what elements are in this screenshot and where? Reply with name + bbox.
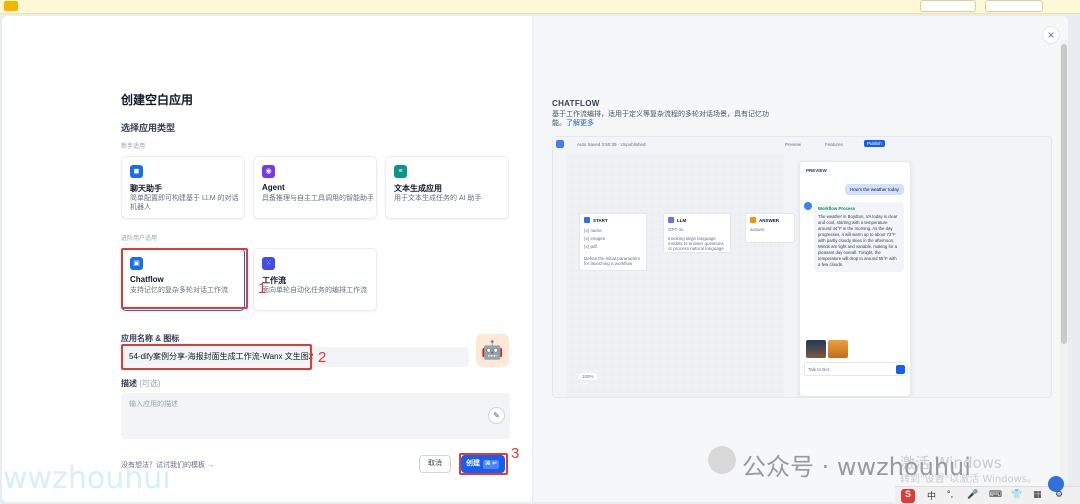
mic-icon[interactable]: 🎤 — [967, 489, 978, 500]
card-desc: 简单配置即可构建基于 LLM 的对话机器人 — [130, 195, 239, 211]
type-preview-panel: × CHATFLOW 基于工作流编排，适用于定义等复杂流程的多轮对话场景，具有记… — [532, 16, 1068, 502]
desc-label-text: 描述 — [121, 379, 137, 388]
bottom-watermark: wwzhouhui — [3, 461, 171, 496]
node-llm-title: LLM — [677, 218, 687, 223]
create-app-dialog: 创建空白应用 选择应用类型 新手适用 ◼ 聊天助手 简单配置即可构建基于 LLM… — [2, 16, 1068, 502]
skin-icon[interactable]: 👕 — [1011, 489, 1022, 500]
preview-btn-features: Features — [825, 142, 843, 147]
llm-node-icon — [668, 217, 674, 223]
annotation-1: 1 — [258, 280, 267, 297]
chatbot-icon: ◼ — [130, 165, 143, 178]
preview-type-desc: 基于工作流编排，适用于定义等复杂流程的多轮对话场景，具有记忆功能。了解更多 — [552, 110, 772, 128]
robot-icon: 🤖 — [481, 340, 504, 360]
page-scrollbar[interactable] — [1060, 40, 1068, 486]
annotation-3: 3 — [511, 445, 520, 462]
agent-icon: ◉ — [262, 165, 275, 178]
start-note: Define the initial parameters for launch… — [584, 256, 641, 266]
highlight-box-1 — [121, 248, 248, 309]
desc-field-label: 描述 (可选) — [121, 378, 161, 389]
node-llm: LLM GPT-4o Invoking large language model… — [663, 213, 731, 253]
description-textarea[interactable]: 输入应用的描述 — [121, 393, 510, 439]
dify-logo-icon — [556, 140, 564, 148]
dialog-title: 创建空白应用 — [121, 93, 194, 107]
close-icon[interactable]: × — [1042, 26, 1060, 44]
dialog-form-panel: 创建空白应用 选择应用类型 新手适用 ◼ 聊天助手 简单配置即可构建基于 LLM… — [2, 16, 532, 502]
user-message: How's the weather today — [844, 184, 904, 195]
help-float-icon[interactable] — [1048, 476, 1064, 492]
preview-btn-publish: Publish — [864, 140, 885, 147]
card-desc: 面向单轮自动化任务的编排工作流 — [262, 287, 367, 294]
node-start: START {x} name {x} images {x} pdf Define… — [579, 213, 647, 271]
bot-message-text: The weather in Boydton, VA today is clea… — [818, 214, 898, 267]
ime-mode[interactable]: 中 — [927, 489, 936, 502]
card-title: Agent — [262, 183, 285, 192]
sogou-icon[interactable]: S — [901, 489, 915, 503]
keyboard-icon[interactable]: ⌨ — [989, 489, 1002, 500]
windows-activate-sub: 转到"设置"以激活 Windows。 — [900, 474, 1038, 485]
highlight-box-2 — [121, 344, 312, 370]
desc-optional: (可选) — [139, 379, 161, 388]
browser-notice-bar — [0, 0, 1080, 14]
preview-btn-preview: Preview — [785, 142, 802, 147]
workflow-canvas: START {x} name {x} images {x} pdf Define… — [567, 153, 795, 397]
highlight-box-3 — [459, 453, 508, 475]
grid-icon[interactable]: ▦ — [1033, 489, 1042, 500]
start-var: {x} pdf — [584, 244, 597, 249]
llm-note: Invoking large language models to answer… — [668, 236, 724, 251]
chat-image-2 — [828, 340, 848, 358]
start-var: {x} images — [584, 236, 606, 241]
chat-header: PREVIEW — [806, 168, 827, 173]
name-field-label: 应用名称 & 图标 — [121, 334, 180, 343]
answer-text: answer — [750, 227, 765, 232]
send-icon — [896, 365, 905, 374]
card-title: 聊天助手 — [130, 184, 162, 193]
scrollbar-thumb[interactable] — [1061, 44, 1067, 344]
chatflow-preview-image: Auto Saved 3:50:39 · Unpublished Preview… — [552, 136, 1052, 398]
notice-button-1[interactable] — [920, 0, 976, 12]
app-icon-picker[interactable]: 🤖 — [476, 334, 509, 367]
wechat-logo-icon — [708, 446, 736, 474]
app-type-label: 选择应用类型 — [121, 123, 176, 133]
annotation-2: 2 — [318, 349, 327, 366]
bot-avatar-icon — [804, 202, 812, 210]
answer-node-icon — [750, 217, 756, 223]
app-type-card-chatbot[interactable]: ◼ 聊天助手 简单配置即可构建基于 LLM 的对话机器人 — [121, 156, 245, 219]
start-node-icon — [584, 217, 590, 223]
app-type-card-text-generation[interactable]: ≡ 文本生成应用 用于文本生成任务的 AI 助手 — [385, 156, 509, 219]
description-placeholder: 输入应用的描述 — [129, 401, 178, 408]
notice-logo-icon — [4, 1, 18, 11]
zoom-level: 100% — [579, 373, 597, 380]
beginner-label: 新手适用 — [121, 144, 146, 150]
card-desc: 用于文本生成任务的 AI 助手 — [394, 195, 482, 202]
preview-app-name: Auto Saved 3:50:39 · Unpublished — [577, 142, 646, 147]
node-start-title: START — [593, 218, 608, 223]
app-type-card-workflow[interactable]: ⁙ 工作流 面向单轮自动化任务的编排工作流 — [253, 248, 377, 311]
start-var: {x} name — [584, 228, 602, 233]
chat-input-placeholder: Talk to Bot — [808, 367, 830, 372]
learn-more-link[interactable]: 了解更多 — [566, 120, 594, 127]
cancel-button[interactable]: 取消 — [419, 455, 451, 473]
llm-model: GPT-4o — [668, 227, 684, 232]
app-type-card-agent[interactable]: ◉ Agent 具备推理与自主工具调用的智能助手 — [253, 156, 377, 219]
chat-input: Talk to Bot — [804, 362, 908, 376]
magic-generate-icon[interactable]: ✎ — [488, 407, 505, 424]
advanced-label: 进阶用户适用 — [121, 236, 158, 242]
node-answer: ANSWER answer — [745, 213, 795, 243]
card-desc: 具备推理与自主工具调用的智能助手 — [262, 195, 374, 202]
bot-message: Workflow Process The weather in Boydton,… — [814, 202, 904, 272]
bot-process-label: Workflow Process — [818, 206, 856, 211]
card-title: 文本生成应用 — [394, 184, 442, 193]
text-generation-icon: ≡ — [394, 165, 407, 178]
punctuation-mode[interactable]: °, — [947, 489, 953, 499]
chat-image-1 — [806, 340, 826, 358]
notice-button-2[interactable] — [985, 0, 1043, 12]
workflow-icon: ⁙ — [262, 257, 275, 270]
node-answer-title: ANSWER — [759, 218, 779, 223]
preview-type-title: CHATFLOW — [552, 99, 600, 108]
preview-chat-panel: PREVIEW How's the weather today Workflow… — [799, 161, 911, 397]
